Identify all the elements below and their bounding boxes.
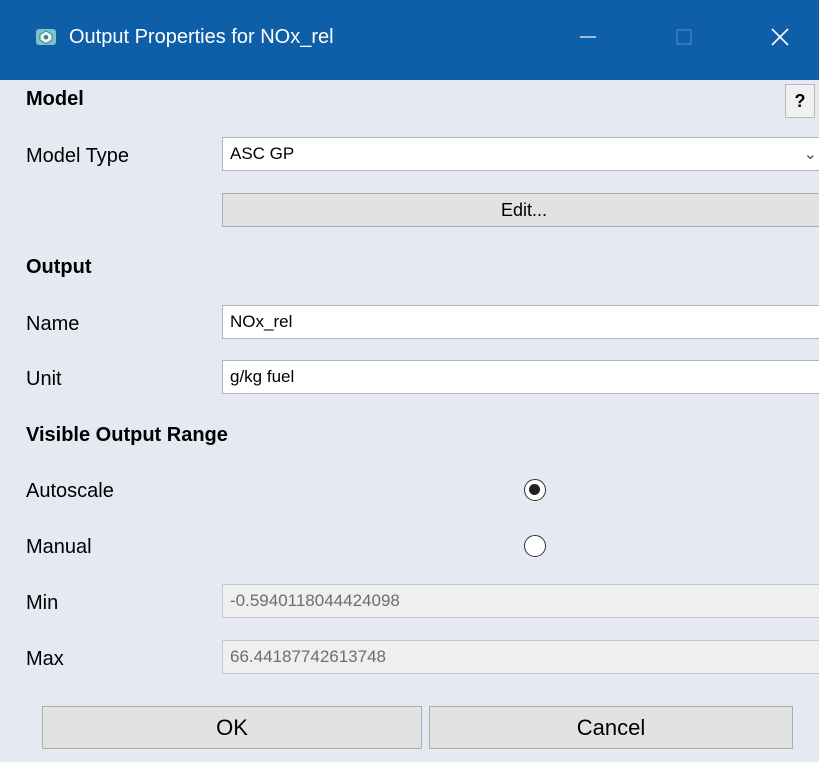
unit-input[interactable]: g/kg fuel — [222, 360, 819, 394]
title-bar: Output Properties for NOx_rel — [0, 0, 819, 80]
ok-button[interactable]: OK — [42, 706, 422, 749]
maximize-icon — [676, 29, 692, 45]
chevron-down-icon: ⌄ — [803, 146, 817, 163]
range-section-title: Visible Output Range — [26, 424, 228, 446]
autoscale-radio[interactable] — [524, 479, 546, 501]
model-type-select[interactable]: ASC GP ⌄ — [222, 137, 819, 171]
app-icon — [36, 29, 56, 45]
output-section-title: Output — [26, 256, 92, 278]
help-button[interactable]: ? — [785, 84, 815, 118]
name-input[interactable]: NOx_rel — [222, 305, 819, 339]
edit-button[interactable]: Edit... — [222, 193, 819, 227]
max-label: Max — [26, 648, 64, 670]
unit-label: Unit — [26, 368, 62, 390]
model-type-value: ASC GP — [230, 144, 295, 163]
window-title: Output Properties for NOx_rel — [69, 26, 334, 48]
max-input[interactable]: 66.44187742613748 — [222, 640, 819, 674]
min-input[interactable]: -0.5940118044424098 — [222, 584, 819, 618]
name-label: Name — [26, 313, 80, 335]
min-label: Min — [26, 592, 59, 614]
minimize-button[interactable] — [558, 10, 618, 64]
manual-radio[interactable] — [524, 535, 546, 557]
manual-label: Manual — [26, 536, 92, 558]
minimize-icon — [580, 36, 596, 38]
model-section-title: Model — [26, 88, 84, 110]
maximize-button[interactable] — [654, 10, 714, 64]
cancel-button[interactable]: Cancel — [429, 706, 793, 749]
close-button[interactable] — [750, 10, 810, 64]
model-type-label: Model Type — [26, 145, 130, 167]
close-icon — [771, 28, 789, 46]
autoscale-label: Autoscale — [26, 480, 114, 502]
